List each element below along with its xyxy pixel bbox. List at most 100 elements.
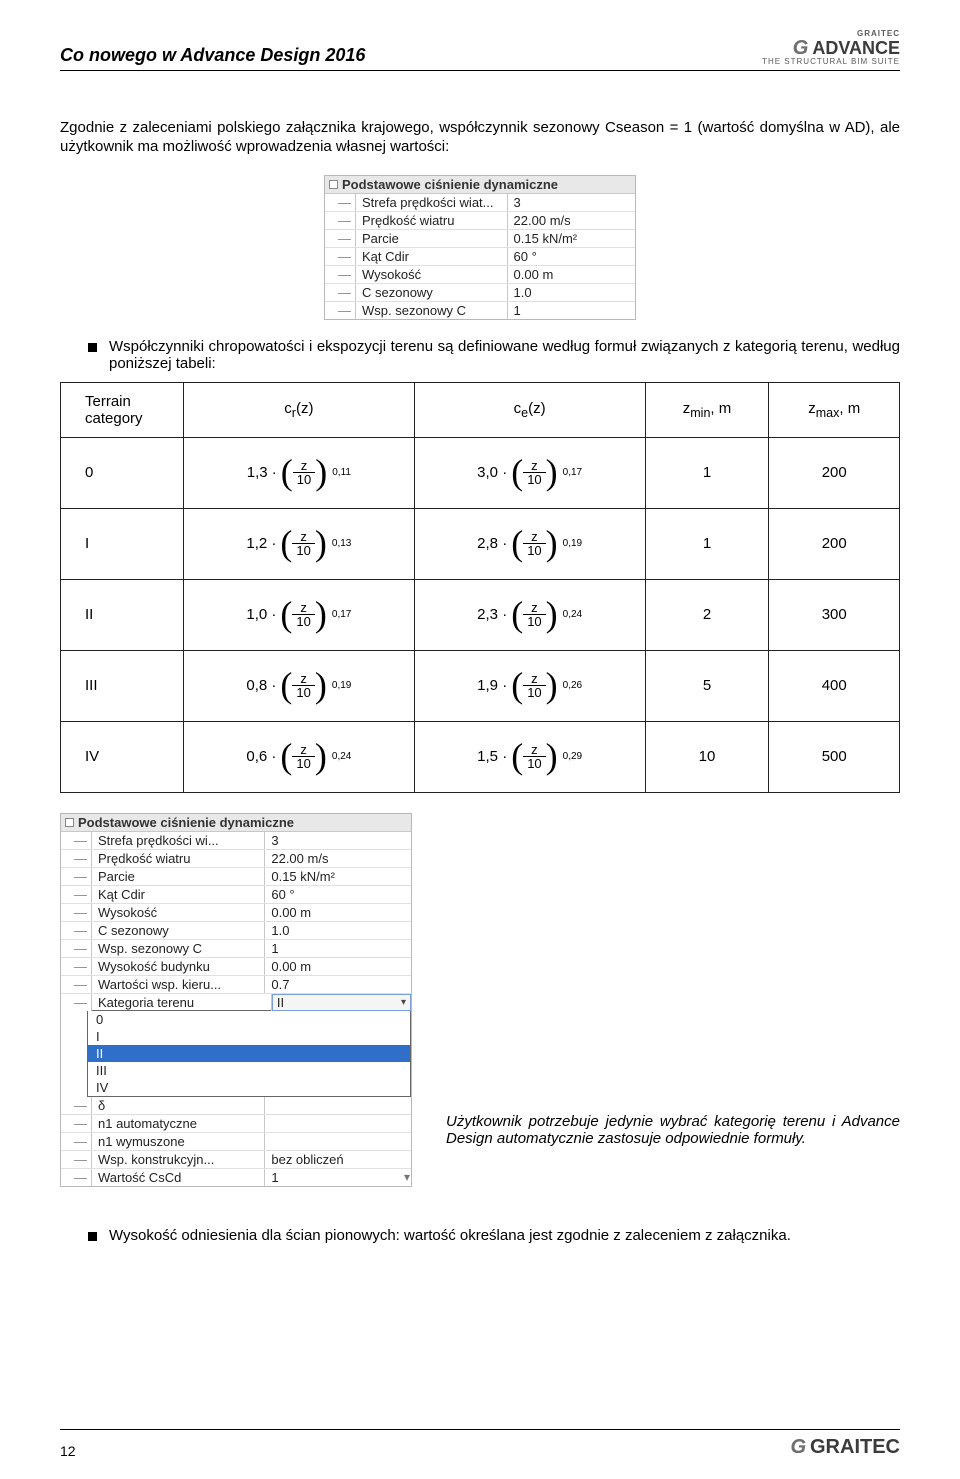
- brand-top-text: GRAITEC: [762, 30, 900, 38]
- property-label: Strefa prędkości wi...: [92, 832, 265, 849]
- property-value[interactable]: 1.0: [508, 284, 635, 301]
- property-label: Wartość CsCd: [92, 1169, 265, 1186]
- cell-zmin: 10: [645, 721, 769, 792]
- tree-gutter: —: [325, 194, 356, 211]
- property-grid-2: Podstawowe ciśnienie dynamiczne —Strefa …: [60, 813, 412, 1187]
- cell-cr: 1,0 · (z10)0,17: [184, 579, 415, 650]
- property-value[interactable]: 1.0: [265, 922, 411, 939]
- property-value[interactable]: 0.00 m: [508, 266, 635, 283]
- cell-zmax: 200: [769, 508, 900, 579]
- chevron-down-icon: ▾: [401, 997, 406, 1008]
- cell-cr: 1,3 · (z10)0,11: [184, 437, 415, 508]
- cell-ce: 1,5 · (z10)0,29: [414, 721, 645, 792]
- dropdown-option[interactable]: II: [88, 1045, 410, 1062]
- tree-gutter: —: [61, 1115, 92, 1132]
- property-row[interactable]: —Wysokość budynku0.00 m: [61, 958, 411, 976]
- property-label: Wartości wsp. kieru...: [92, 976, 265, 993]
- property-value[interactable]: 60 °: [508, 248, 635, 265]
- property-label: Prędkość wiatru: [356, 212, 508, 229]
- cell-zmax: 300: [769, 579, 900, 650]
- brand-g-icon: G: [793, 38, 809, 58]
- dropdown-list-terrain[interactable]: 0IIIIIIIV: [87, 1010, 411, 1097]
- property-value[interactable]: 3: [508, 194, 635, 211]
- property-row[interactable]: —Parcie0.15 kN/m²: [325, 230, 635, 248]
- tree-gutter: —: [61, 850, 92, 867]
- tree-gutter: —: [325, 302, 356, 319]
- brand-logo: GRAITEC G ADVANCE THE STRUCTURAL BIM SUI…: [762, 30, 900, 66]
- property-grid-1-header[interactable]: Podstawowe ciśnienie dynamiczne: [325, 176, 635, 194]
- cell-category: III: [61, 650, 184, 721]
- brand-subtitle: THE STRUCTURAL BIM SUITE: [762, 58, 900, 66]
- document-title: Co nowego w Advance Design 2016: [60, 45, 365, 66]
- property-row[interactable]: —Prędkość wiatru22.00 m/s: [325, 212, 635, 230]
- tree-gutter: —: [325, 212, 356, 229]
- tree-gutter: —: [61, 940, 92, 957]
- dropdown-option[interactable]: 0: [88, 1011, 410, 1028]
- property-value[interactable]: 0.7: [265, 976, 411, 993]
- property-label: δ: [92, 1097, 265, 1114]
- property-row[interactable]: —Wsp. sezonowy C1: [325, 302, 635, 319]
- property-value[interactable]: bez obliczeń: [265, 1151, 411, 1168]
- property-value[interactable]: 1: [508, 302, 635, 319]
- table-row: I1,2 · (z10)0,132,8 · (z10)0,191200: [61, 508, 900, 579]
- cell-zmin: 5: [645, 650, 769, 721]
- property-row[interactable]: —Wsp. konstrukcyjn...bez obliczeń: [61, 1151, 411, 1169]
- property-value[interactable]: 1: [265, 1169, 411, 1186]
- property-label: Kąt Cdir: [92, 886, 265, 903]
- paragraph-1: Zgodnie z zaleceniami polskiego załączni…: [60, 119, 900, 157]
- property-grid-2-header[interactable]: Podstawowe ciśnienie dynamiczne: [61, 814, 411, 832]
- property-row[interactable]: —Wsp. sezonowy C1: [61, 940, 411, 958]
- dropdown-option[interactable]: I: [88, 1028, 410, 1045]
- property-value[interactable]: 1: [265, 940, 411, 957]
- property-row[interactable]: —Kategoria terenuII▾: [61, 994, 411, 1011]
- document-footer: 12 G GRAITEC: [60, 1429, 900, 1459]
- property-value[interactable]: 0.15 kN/m²: [508, 230, 635, 247]
- scroll-down-icon[interactable]: ▾: [404, 1170, 410, 1184]
- cell-zmax: 500: [769, 721, 900, 792]
- tree-gutter: —: [61, 958, 92, 975]
- cell-category: II: [61, 579, 184, 650]
- property-row[interactable]: —Kąt Cdir60 °: [325, 248, 635, 266]
- property-value[interactable]: 22.00 m/s: [265, 850, 411, 867]
- property-label: Kategoria terenu: [92, 994, 272, 1011]
- property-row[interactable]: —n1 automatyczne: [61, 1115, 411, 1133]
- property-row[interactable]: —Strefa prędkości wi...3: [61, 832, 411, 850]
- property-value[interactable]: [265, 1097, 411, 1114]
- property-row[interactable]: —n1 wymuszone: [61, 1133, 411, 1151]
- property-value[interactable]: 22.00 m/s: [508, 212, 635, 229]
- tree-gutter: —: [61, 868, 92, 885]
- property-row[interactable]: —Wysokość0.00 m: [325, 266, 635, 284]
- property-row[interactable]: —Kąt Cdir60 °: [61, 886, 411, 904]
- th-category: Terrain category: [61, 382, 184, 437]
- cell-zmax: 400: [769, 650, 900, 721]
- property-row[interactable]: —Wartości wsp. kieru...0.7: [61, 976, 411, 994]
- property-value[interactable]: 60 °: [265, 886, 411, 903]
- footer-brand: G GRAITEC: [790, 1436, 900, 1459]
- property-row[interactable]: —C sezonowy1.0: [61, 922, 411, 940]
- property-row[interactable]: —δ: [61, 1097, 411, 1115]
- cell-zmin: 1: [645, 437, 769, 508]
- side-note: Użytkownik potrzebuje jedynie wybrać kat…: [446, 1113, 900, 1147]
- property-row[interactable]: —C sezonowy1.0: [325, 284, 635, 302]
- property-value[interactable]: 3: [265, 832, 411, 849]
- property-row[interactable]: —Wartość CsCd1: [61, 1169, 411, 1186]
- property-row[interactable]: —Parcie0.15 kN/m²: [61, 868, 411, 886]
- tree-gutter: —: [61, 904, 92, 921]
- cell-ce: 2,8 · (z10)0,19: [414, 508, 645, 579]
- property-row[interactable]: —Wysokość0.00 m: [61, 904, 411, 922]
- property-row[interactable]: —Strefa prędkości wiat...3: [325, 194, 635, 212]
- property-row[interactable]: —Prędkość wiatru22.00 m/s: [61, 850, 411, 868]
- property-value[interactable]: [265, 1115, 411, 1132]
- property-grid-1: Podstawowe ciśnienie dynamiczne —Strefa …: [324, 175, 636, 320]
- dropdown-option[interactable]: IV: [88, 1079, 410, 1096]
- terrain-category-dropdown[interactable]: II▾: [272, 994, 411, 1011]
- property-value[interactable]: [265, 1133, 411, 1150]
- table-row: III0,8 · (z10)0,191,9 · (z10)0,265400: [61, 650, 900, 721]
- dropdown-option[interactable]: III: [88, 1062, 410, 1079]
- cell-cr: 1,2 · (z10)0,13: [184, 508, 415, 579]
- property-label: Wsp. sezonowy C: [92, 940, 265, 957]
- property-value[interactable]: 0.00 m: [265, 958, 411, 975]
- property-value[interactable]: 0.15 kN/m²: [265, 868, 411, 885]
- property-value[interactable]: 0.00 m: [265, 904, 411, 921]
- tree-gutter: —: [61, 922, 92, 939]
